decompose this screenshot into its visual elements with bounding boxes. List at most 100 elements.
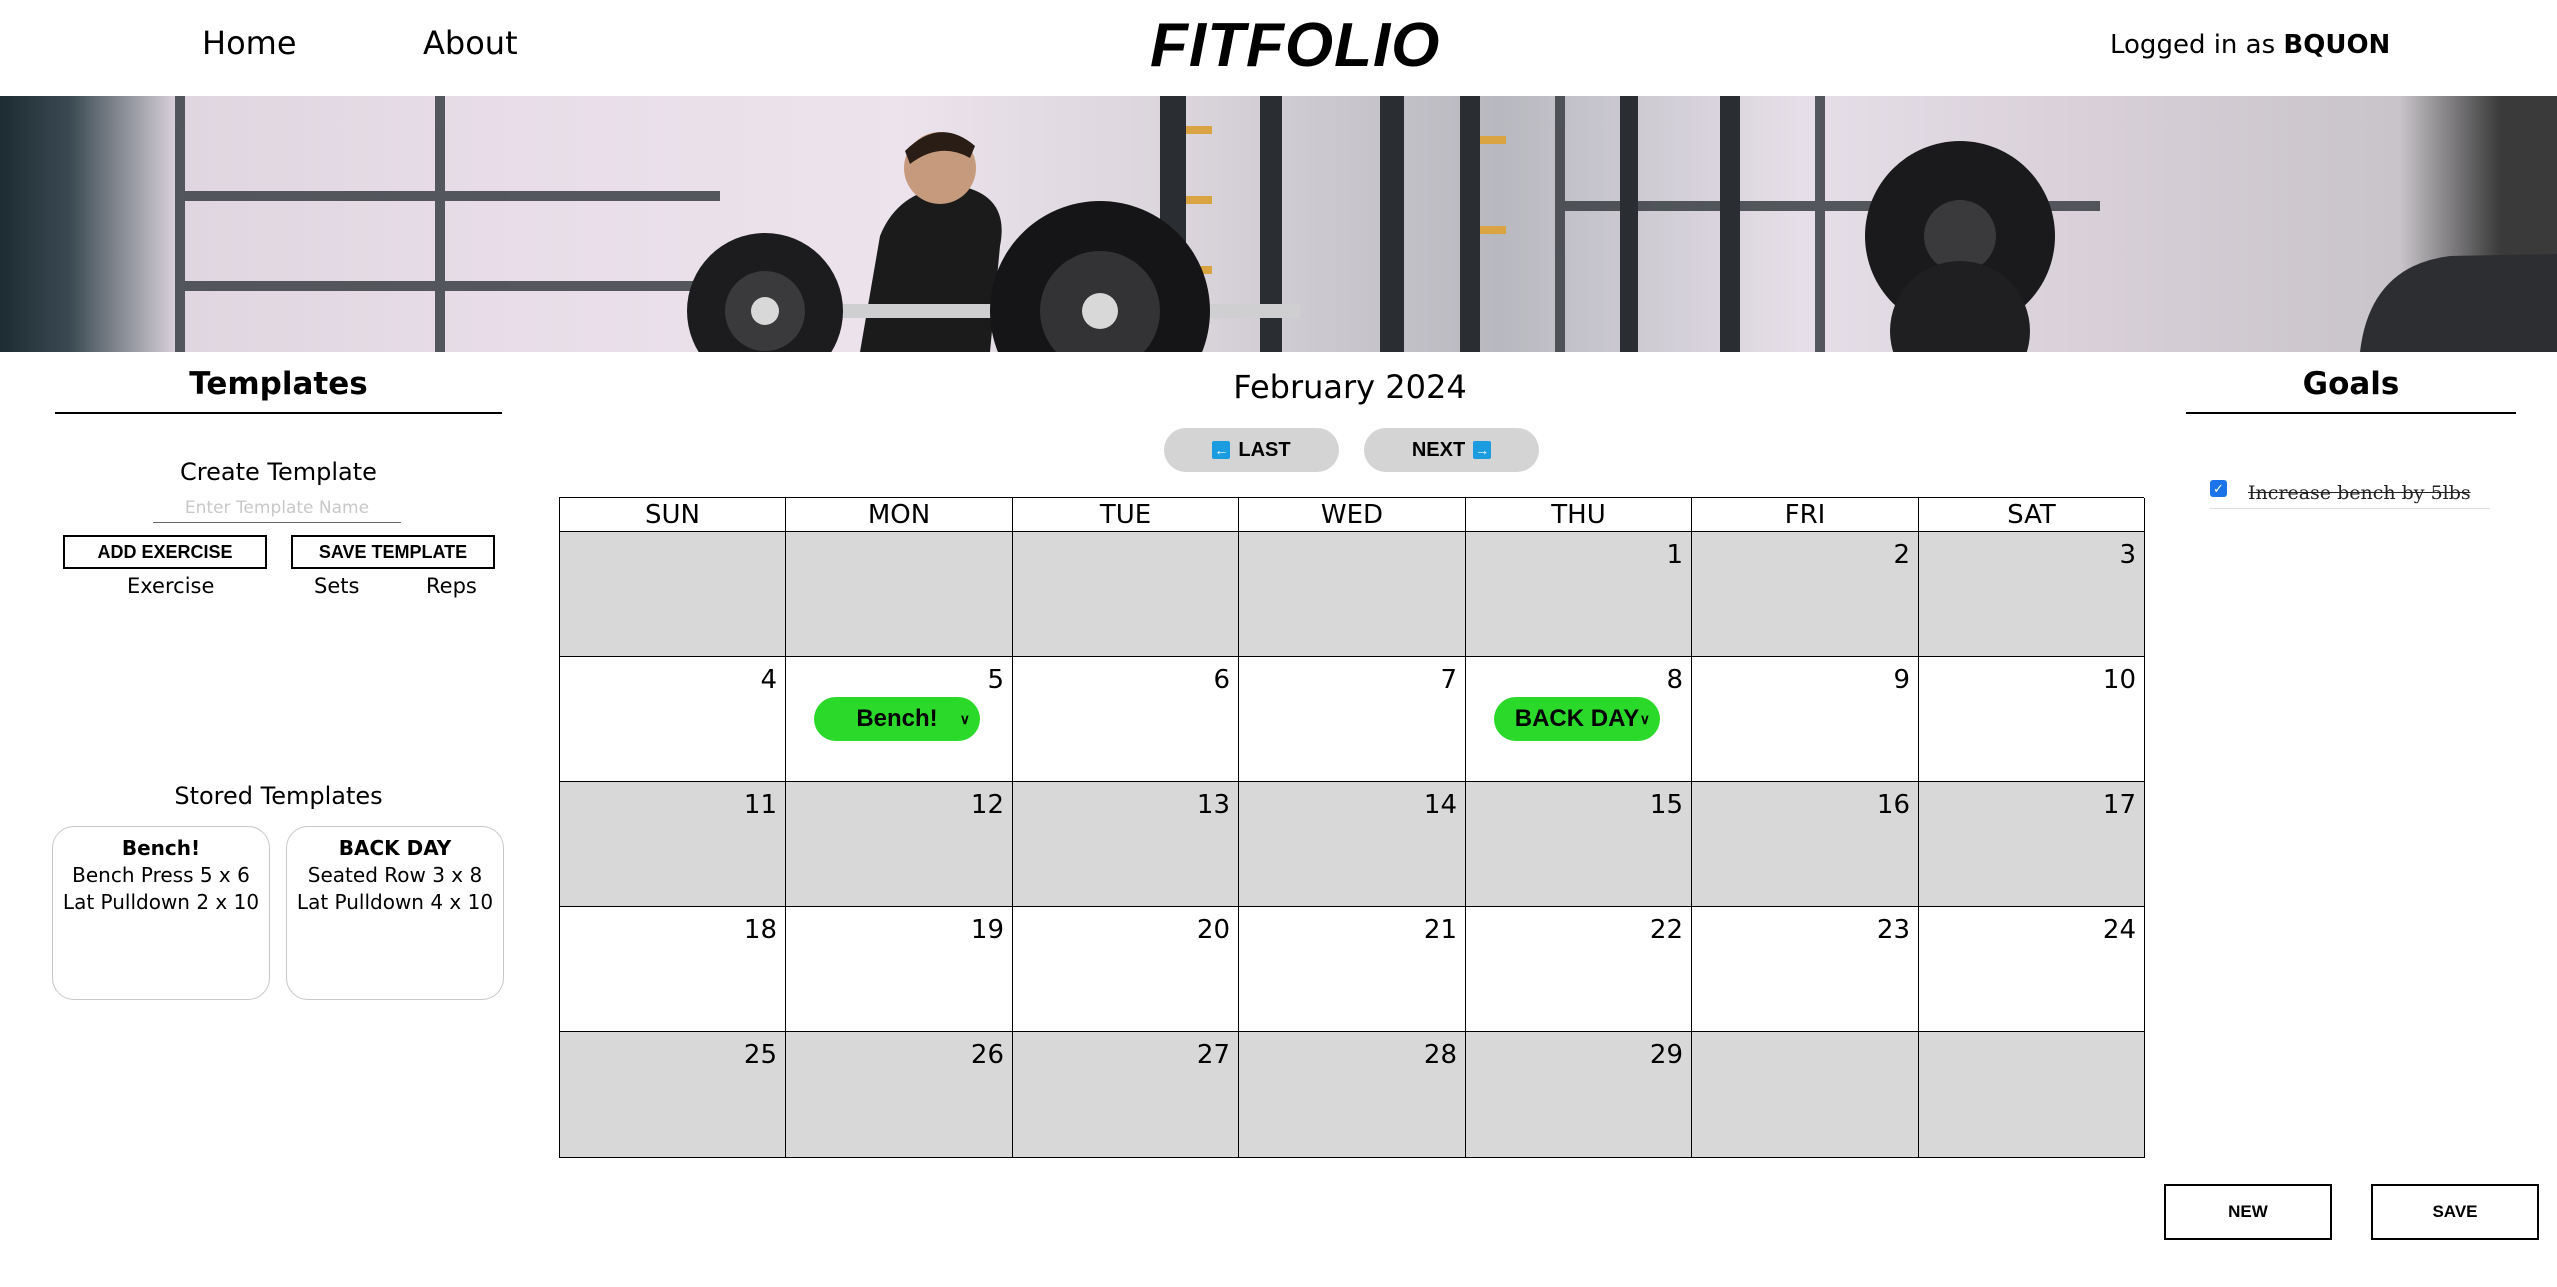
chevron-down-icon: ∨: [959, 711, 970, 727]
day-number: 11: [743, 790, 777, 820]
calendar-day-cell[interactable]: 27: [1013, 1032, 1239, 1158]
calendar-month-title: February 2024: [1233, 368, 1467, 406]
day-number: 23: [1876, 915, 1910, 945]
calendar-day-cell[interactable]: 18: [560, 907, 786, 1032]
chevron-down-icon: ∨: [1639, 711, 1650, 727]
calendar-day-cell[interactable]: 6: [1013, 657, 1239, 782]
day-number: 8: [1666, 665, 1683, 695]
calendar-day-cell[interactable]: 17: [1919, 782, 2145, 907]
calendar-day-cell[interactable]: 21: [1239, 907, 1466, 1032]
goal-text: Increase bench by 5lbs: [2248, 482, 2471, 504]
next-label: NEXT: [1411, 438, 1466, 461]
create-template-title: Create Template: [180, 458, 377, 486]
day-number: 27: [1196, 1040, 1230, 1070]
calendar-day-cell[interactable]: [1013, 532, 1239, 657]
column-reps: Reps: [426, 574, 477, 598]
calendar-day-cell[interactable]: [560, 532, 786, 657]
calendar-day-cell[interactable]: 22: [1466, 907, 1692, 1032]
nav-about-link[interactable]: About: [423, 24, 518, 62]
calendar-day-cell[interactable]: 16: [1692, 782, 1919, 907]
save-goals-button[interactable]: SAVE: [2371, 1184, 2539, 1240]
day-number: 7: [1440, 665, 1457, 695]
day-number: 24: [2102, 915, 2136, 945]
day-number: 17: [2102, 790, 2136, 820]
day-number: 4: [760, 665, 777, 695]
next-month-button[interactable]: NEXT →: [1364, 428, 1539, 472]
hero-illustration: [175, 96, 2557, 352]
template-name-input[interactable]: [153, 494, 401, 523]
calendar-grid: SUN MON TUE WED THU FRI SAT 1 2 3 4 5 Bench! ∨ 6 7 8 BACK…: [559, 497, 2145, 1158]
brand-logo: FITFOLIO: [1150, 11, 1441, 80]
calendar-day-cell[interactable]: 5 Bench! ∨: [786, 657, 1013, 782]
template-name: Bench!: [121, 836, 201, 860]
calendar-day-cell[interactable]: 28: [1239, 1032, 1466, 1158]
calendar-day-cell[interactable]: 20: [1013, 907, 1239, 1032]
calendar-day-cell[interactable]: 23: [1692, 907, 1919, 1032]
day-header-tue: TUE: [1013, 498, 1239, 532]
goal-checkbox[interactable]: ✓: [2210, 480, 2227, 497]
nav-home-link[interactable]: Home: [202, 24, 297, 62]
day-number: 15: [1649, 790, 1683, 820]
calendar-day-cell[interactable]: 8 BACK DAY ∨: [1466, 657, 1692, 782]
calendar-day-cell[interactable]: 3: [1919, 532, 2145, 657]
calendar-day-cell[interactable]: 10: [1919, 657, 2145, 782]
template-line: Bench Press 5 x 6: [72, 863, 250, 887]
new-goal-button[interactable]: NEW: [2164, 1184, 2332, 1240]
calendar-day-cell[interactable]: 26: [786, 1032, 1013, 1158]
calendar-day-cell[interactable]: [786, 532, 1013, 657]
calendar-day-cell[interactable]: 12: [786, 782, 1013, 907]
column-sets: Sets: [314, 574, 360, 598]
templates-title: Templates: [189, 366, 368, 402]
day-number: 2: [1893, 540, 1910, 570]
day-number: 16: [1876, 790, 1910, 820]
last-label: LAST: [1238, 438, 1291, 461]
stored-template-card[interactable]: Bench! Bench Press 5 x 6 Lat Pulldown 2 …: [52, 826, 270, 1000]
add-exercise-button[interactable]: ADD EXERCISE: [63, 535, 267, 569]
calendar-day-cell[interactable]: 19: [786, 907, 1013, 1032]
goals-divider: [2186, 412, 2516, 414]
column-exercise: Exercise: [127, 574, 215, 598]
calendar-day-cell[interactable]: [1692, 1032, 1919, 1158]
stored-templates-title: Stored Templates: [174, 782, 383, 810]
arrow-left-icon: ←: [1212, 441, 1231, 459]
calendar-day-cell[interactable]: 29: [1466, 1032, 1692, 1158]
day-number: 10: [2102, 665, 2136, 695]
goals-title: Goals: [2302, 366, 2400, 402]
login-status: Logged in as BQUON: [2110, 30, 2390, 60]
day-number: 12: [970, 790, 1004, 820]
top-nav: Home About FITFOLIO Logged in as BQUON: [0, 0, 2557, 96]
day-number: 25: [743, 1040, 777, 1070]
calendar-day-cell[interactable]: 7: [1239, 657, 1466, 782]
workout-event-select[interactable]: BACK DAY ∨: [1494, 697, 1660, 741]
template-line: Lat Pulldown 2 x 10: [62, 890, 260, 914]
last-month-button[interactable]: ← LAST: [1164, 428, 1339, 472]
event-label: BACK DAY: [1514, 705, 1640, 732]
save-template-button[interactable]: SAVE TEMPLATE: [291, 535, 495, 569]
calendar-day-cell[interactable]: 14: [1239, 782, 1466, 907]
goal-item: ✓ Increase bench by 5lbs: [2210, 478, 2490, 509]
calendar-day-cell[interactable]: 24: [1919, 907, 2145, 1032]
hero-banner-image: [0, 96, 2557, 352]
day-number: 6: [1213, 665, 1230, 695]
calendar-day-cell[interactable]: 9: [1692, 657, 1919, 782]
calendar-day-cell[interactable]: [1239, 532, 1466, 657]
calendar-day-cell[interactable]: 25: [560, 1032, 786, 1158]
day-number: 14: [1423, 790, 1457, 820]
day-number: 20: [1196, 915, 1230, 945]
calendar-day-cell[interactable]: 1: [1466, 532, 1692, 657]
day-header-wed: WED: [1239, 498, 1466, 532]
calendar-day-cell[interactable]: 15: [1466, 782, 1692, 907]
calendar-day-cell[interactable]: 4: [560, 657, 786, 782]
calendar-day-cell[interactable]: [1919, 1032, 2145, 1158]
workout-event-select[interactable]: Bench! ∨: [814, 697, 980, 741]
calendar-day-cell[interactable]: 2: [1692, 532, 1919, 657]
day-number: 13: [1196, 790, 1230, 820]
calendar-day-cell[interactable]: 13: [1013, 782, 1239, 907]
day-number: 5: [987, 665, 1004, 695]
day-number: 28: [1423, 1040, 1457, 1070]
day-number: 19: [970, 915, 1004, 945]
day-header-thu: THU: [1466, 498, 1692, 532]
stored-template-card[interactable]: BACK DAY Seated Row 3 x 8 Lat Pulldown 4…: [286, 826, 504, 1000]
day-number: 9: [1893, 665, 1910, 695]
calendar-day-cell[interactable]: 11: [560, 782, 786, 907]
